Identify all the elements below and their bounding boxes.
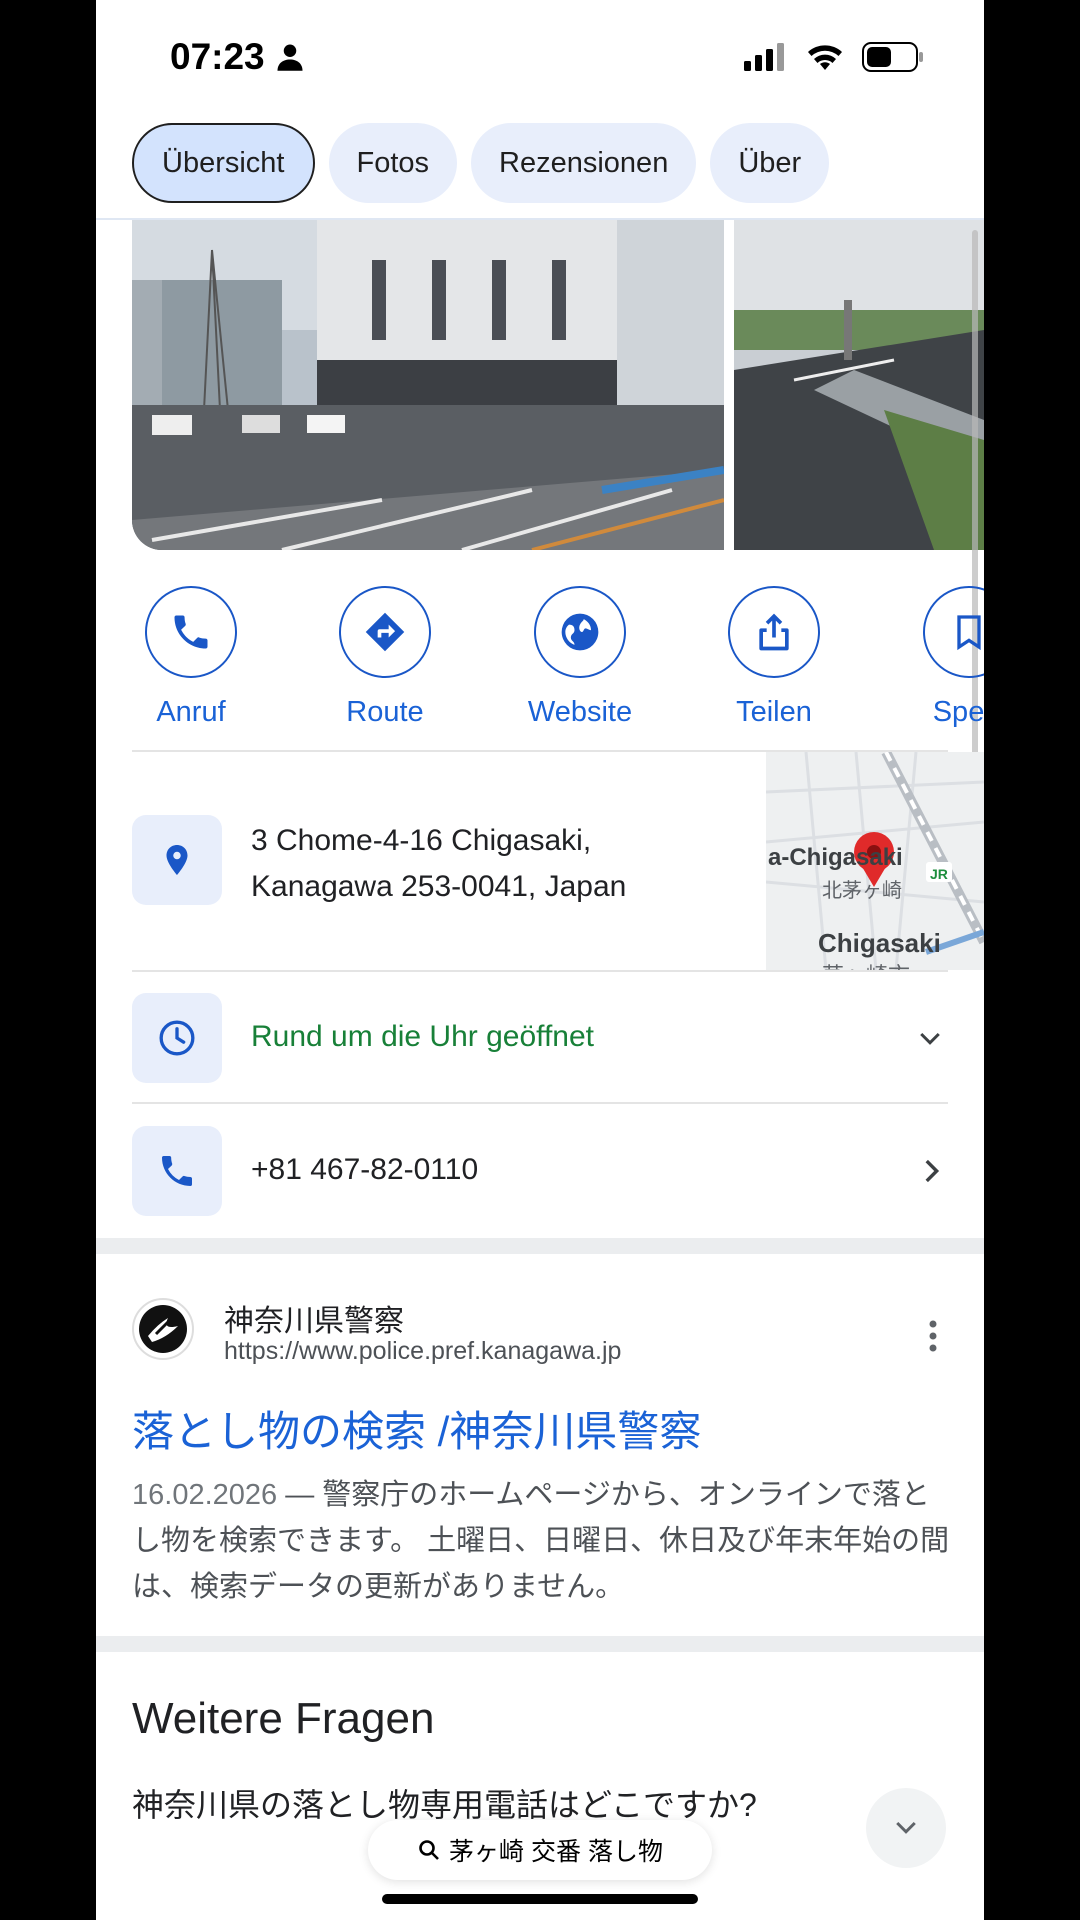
map-label-city-jp: 茅ヶ崎市 [822,958,910,970]
more-options-icon[interactable] [928,1320,938,1352]
address-line-1: 3 Chome-4-16 Chigasaki, [251,824,592,857]
address-icon-box [132,815,222,905]
route-label: Route [346,696,424,728]
map-label-city: Chigasaki [818,928,941,958]
map-thumbnail[interactable]: a-Chigasaki 北茅ヶ崎 JR Chigasaki 茅ヶ崎市 [766,752,984,970]
map-label-station: a-Chigasaki [768,844,903,871]
street-photo [734,220,984,550]
clock-icon [159,1020,195,1056]
section-separator [96,1238,984,1254]
site-name[interactable]: 神奈川県警察 [224,1296,404,1340]
site-url[interactable]: https://www.police.pref.kanagawa.jp [224,1337,621,1366]
share-action[interactable]: Teilen [699,586,849,729]
save-action[interactable]: Speic [894,586,984,729]
save-label: Speic [932,696,984,728]
section-separator [96,1636,984,1652]
police-station-photo [132,220,724,550]
share-icon [759,613,789,651]
share-button[interactable] [728,586,820,678]
phone-screen: 07:23 Übersicht Fotos Rezensionen Über A… [96,0,984,1920]
phone-number[interactable]: +81 467-82-0110 [251,1153,478,1187]
wifi-icon [808,45,842,70]
website-label: Website [527,696,633,728]
save-button[interactable] [923,586,984,678]
call-label: Anruf [156,696,226,728]
person-icon [277,44,303,71]
search-icon [419,1840,439,1860]
route-action[interactable]: Route [310,586,460,729]
map-label-jr: JR [930,866,948,882]
tab-reviews[interactable]: Rezensionen [471,123,697,203]
phone-icon [162,1156,192,1186]
route-button[interactable] [339,586,431,678]
globe-icon [561,613,599,651]
result-snippet: 16.02.2026 — 警察庁のホームページから、オンラインで落とし物を検索で… [132,1472,952,1610]
tab-overview[interactable]: Übersicht [132,123,315,203]
battery-icon [862,42,923,72]
website-button[interactable] [534,586,626,678]
divider [132,970,948,972]
hours-icon-box [132,993,222,1083]
site-favicon [132,1298,194,1360]
address-line-2: Kanagawa 253-0041, Japan [251,870,627,903]
call-action[interactable]: Anruf [116,586,266,729]
photo-main[interactable] [132,220,724,550]
divider [132,1102,948,1104]
search-pill[interactable]: 茅ヶ崎 交番 落し物 [368,1820,712,1880]
action-row: Anruf Route Website Teilen Speic [96,586,984,736]
address-text[interactable]: 3 Chome-4-16 Chigasaki, Kanagawa 253-004… [251,818,626,910]
clock-text: 07:23 [170,36,265,77]
directions-icon [365,612,405,652]
result-date: 16.02.2026 [132,1479,278,1511]
tab-photos[interactable]: Fotos [328,123,458,203]
opening-hours[interactable]: Rund um die Uhr geöffnet [251,1020,594,1054]
call-button[interactable] [145,586,237,678]
tab-about[interactable]: Über [710,123,830,203]
result-title-link[interactable]: 落とし物の検索 /神奈川県警察 [132,1398,701,1459]
search-query: 茅ヶ崎 交番 落し物 [449,1838,663,1866]
police-logo-icon [139,1305,187,1353]
home-indicator[interactable] [382,1894,698,1904]
faq-expand-button[interactable] [866,1788,946,1868]
photo-second[interactable] [734,220,984,550]
faq-heading: Weitere Fragen [132,1694,435,1743]
status-time: 07:23 [170,36,305,78]
phone-icon [174,615,208,649]
tab-bar: Übersicht Fotos Rezensionen Über [132,123,830,203]
share-label: Teilen [736,696,812,728]
location-pin-icon [166,845,188,875]
chevron-right-icon[interactable] [914,1154,948,1188]
chevron-down-icon[interactable] [912,1024,948,1054]
chevron-down-icon [896,1821,916,1834]
status-icons [744,42,924,72]
signal-icon [744,43,784,71]
map-label-kita: 北茅ヶ崎 [822,880,902,902]
bookmark-icon [957,615,981,651]
phone-icon-box [132,1126,222,1216]
website-action[interactable]: Website [505,586,655,729]
